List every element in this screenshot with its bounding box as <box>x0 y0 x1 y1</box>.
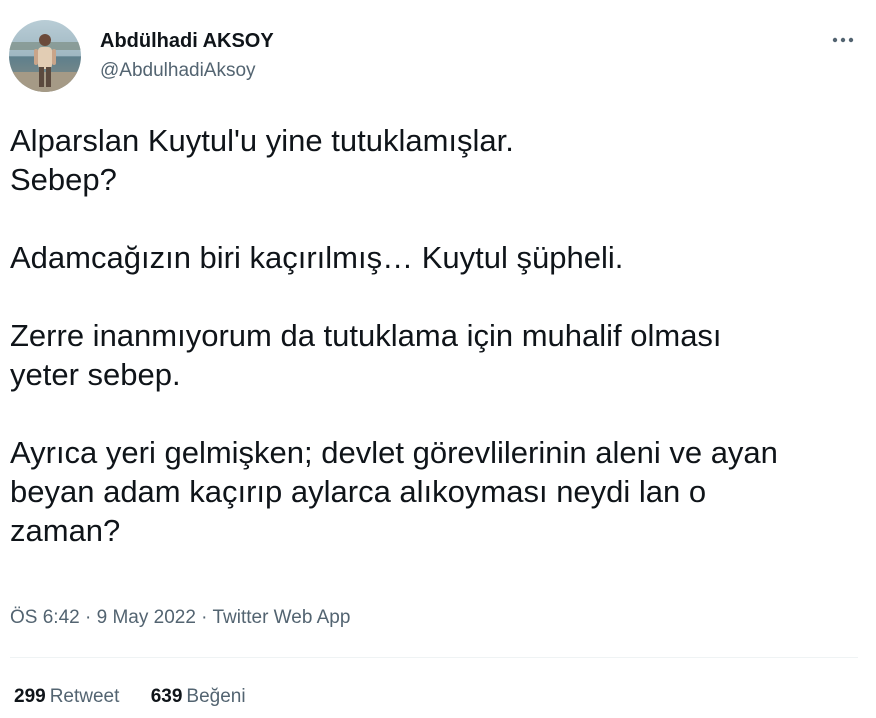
meta-separator: · <box>195 607 213 628</box>
tweet-card: Abdülhadi AKSOY @AbdulhadiAksoy Alparsla… <box>0 0 876 718</box>
tweet-paragraph: Zerre inanmıyorum da tutuklama için muha… <box>10 316 866 394</box>
retweets-label: Retweet <box>49 686 120 707</box>
tweet-paragraph: Alparslan Kuytul'u yine tutuklamışlar. S… <box>10 121 866 199</box>
tweet-source[interactable]: Twitter Web App <box>212 607 350 628</box>
tweet-stats: 299 Retweet 639 Beğeni <box>14 684 246 710</box>
likes-stat[interactable]: 639 Beğeni <box>151 684 246 710</box>
tweet-line: Zerre inanmıyorum da tutuklama için muha… <box>10 318 722 353</box>
more-options-button[interactable] <box>826 28 860 52</box>
tweet-line: Alparslan Kuytul'u yine tutuklamışlar. <box>10 123 514 158</box>
tweet-meta: ÖS 6:42 · 9 May 2022 · Twitter Web App <box>10 605 350 631</box>
tweet-line: Sebep? <box>10 162 117 197</box>
tweet-paragraph: Ayrıca yeri gelmişken; devlet görevliler… <box>10 433 866 550</box>
three-dots-horizontal-icon <box>832 37 854 43</box>
meta-separator: · <box>79 607 97 628</box>
tweet-time[interactable]: ÖS 6:42 <box>10 607 80 628</box>
tweet-line: Ayrıca yeri gelmişken; devlet görevliler… <box>10 435 778 470</box>
author-info: Abdülhadi AKSOY @AbdulhadiAksoy <box>100 29 274 83</box>
likes-label: Beğeni <box>186 686 246 707</box>
tweet-line: beyan adam kaçırıp aylarca alıkoyması ne… <box>10 474 707 509</box>
user-handle[interactable]: @AbdulhadiAksoy <box>100 59 274 83</box>
retweets-count: 299 <box>14 686 46 707</box>
tweet-date[interactable]: 9 May 2022 <box>97 607 196 628</box>
tweet-paragraph: Adamcağızın biri kaçırılmış… Kuytul şüph… <box>10 238 866 277</box>
retweets-stat[interactable]: 299 Retweet <box>14 684 119 710</box>
likes-count: 639 <box>150 686 183 707</box>
tweet-text: Alparslan Kuytul'u yine tutuklamışlar. S… <box>10 121 866 550</box>
display-name[interactable]: Abdülhadi AKSOY <box>100 29 274 53</box>
tweet-line: zaman? <box>10 513 121 548</box>
divider <box>10 657 858 658</box>
tweet-line: yeter sebep. <box>10 357 181 392</box>
tweet-line: Adamcağızın biri kaçırılmış… Kuytul şüph… <box>10 240 624 275</box>
avatar[interactable] <box>9 20 81 92</box>
